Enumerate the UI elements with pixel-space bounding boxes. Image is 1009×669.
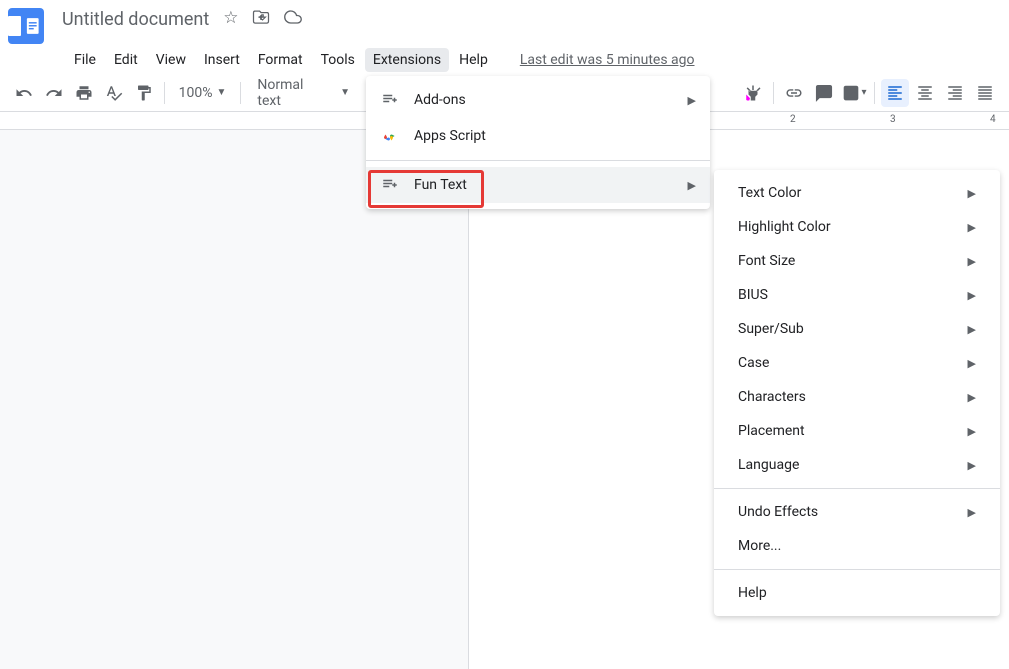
toolbar-separator [240, 82, 241, 104]
arrow-right-icon: ▶ [968, 506, 976, 519]
star-icon[interactable]: ☆ [223, 8, 238, 31]
arrow-right-icon: ▶ [968, 425, 976, 438]
cloud-status-icon[interactable] [284, 8, 302, 31]
align-right-button[interactable] [941, 79, 969, 107]
style-value: Normal text [257, 77, 330, 109]
caret-icon: ▼ [340, 87, 350, 98]
menu-addons[interactable]: Add-ons ▶ [366, 82, 710, 118]
menu-separator [366, 160, 710, 161]
submenu-case[interactable]: Case▶ [714, 346, 1000, 380]
arrow-right-icon: ▶ [968, 289, 976, 302]
menu-help[interactable]: Help [451, 48, 496, 72]
arrow-right-icon: ▶ [968, 221, 976, 234]
last-edit-link[interactable]: Last edit was 5 minutes ago [520, 52, 695, 68]
paint-format-button[interactable] [130, 79, 158, 107]
arrow-right-icon: ▶ [968, 391, 976, 404]
submenu-undo-effects[interactable]: Undo Effects▶ [714, 495, 1000, 529]
title-area: Untitled document ☆ [62, 8, 302, 31]
submenu-highlight-color[interactable]: Highlight Color▶ [714, 210, 1000, 244]
zoom-select[interactable]: 100% ▼ [171, 85, 235, 101]
submenu-super-sub[interactable]: Super/Sub▶ [714, 312, 1000, 346]
extensions-menu: Add-ons ▶ Apps Script Fun Text ▶ [366, 76, 710, 209]
menu-extensions[interactable]: Extensions [365, 48, 449, 72]
undo-button[interactable] [10, 79, 38, 107]
move-to-folder-icon[interactable] [252, 8, 270, 31]
submenu-text-color[interactable]: Text Color▶ [714, 176, 1000, 210]
menu-bar: File Edit View Insert Format Tools Exten… [0, 44, 1009, 74]
arrow-right-icon: ▶ [968, 187, 976, 200]
submenu-more[interactable]: More... [714, 529, 1000, 563]
ruler-mark: 4 [990, 114, 996, 125]
menu-separator [714, 488, 1000, 489]
menu-edit[interactable]: Edit [106, 48, 146, 72]
submenu-font-size[interactable]: Font Size▶ [714, 244, 1000, 278]
apps-script-icon [380, 126, 400, 146]
toolbar-separator [773, 82, 774, 104]
zoom-value: 100% [179, 85, 213, 101]
arrow-right-icon: ▶ [968, 323, 976, 336]
menu-insert[interactable]: Insert [196, 48, 248, 72]
menu-apps-script-label: Apps Script [414, 128, 486, 144]
add-comment-button[interactable] [810, 79, 838, 107]
arrow-right-icon: ▶ [968, 459, 976, 472]
arrow-right-icon: ▶ [968, 255, 976, 268]
submenu-bius[interactable]: BIUS▶ [714, 278, 1000, 312]
menu-fun-text[interactable]: Fun Text ▶ [366, 167, 710, 203]
style-select[interactable]: Normal text ▼ [247, 77, 360, 109]
menu-separator [714, 569, 1000, 570]
addons-icon [380, 90, 400, 110]
align-center-button[interactable] [911, 79, 939, 107]
menu-file[interactable]: File [66, 48, 104, 72]
document-title[interactable]: Untitled document [62, 9, 209, 30]
print-button[interactable] [70, 79, 98, 107]
ruler-mark: 3 [890, 114, 896, 125]
arrow-right-icon: ▶ [968, 357, 976, 370]
caret-icon: ▼ [216, 87, 226, 98]
redo-button[interactable] [40, 79, 68, 107]
align-justify-button[interactable] [971, 79, 999, 107]
menu-format[interactable]: Format [250, 48, 311, 72]
menu-apps-script[interactable]: Apps Script [366, 118, 710, 154]
menu-fun-text-label: Fun Text [414, 177, 467, 193]
toolbar-separator [164, 82, 165, 104]
menu-view[interactable]: View [148, 48, 194, 72]
submenu-help[interactable]: Help [714, 576, 1000, 610]
ruler-mark: 2 [790, 114, 796, 125]
insert-image-button[interactable]: ▾ [840, 79, 868, 107]
docs-logo-icon[interactable] [8, 8, 44, 44]
insert-link-button[interactable] [780, 79, 808, 107]
align-left-button[interactable] [881, 79, 909, 107]
fun-text-submenu: Text Color▶ Highlight Color▶ Font Size▶ … [714, 170, 1000, 616]
submenu-characters[interactable]: Characters▶ [714, 380, 1000, 414]
fun-text-icon [380, 175, 400, 195]
menu-tools[interactable]: Tools [313, 48, 363, 72]
arrow-right-icon: ▶ [688, 94, 696, 107]
menu-addons-label: Add-ons [414, 92, 466, 108]
toolbar-separator [874, 82, 875, 104]
submenu-placement[interactable]: Placement▶ [714, 414, 1000, 448]
header: Untitled document ☆ [0, 0, 1009, 44]
submenu-language[interactable]: Language▶ [714, 448, 1000, 482]
highlight-color-button[interactable] [739, 79, 767, 107]
arrow-right-icon: ▶ [688, 179, 696, 192]
spellcheck-button[interactable] [100, 79, 128, 107]
